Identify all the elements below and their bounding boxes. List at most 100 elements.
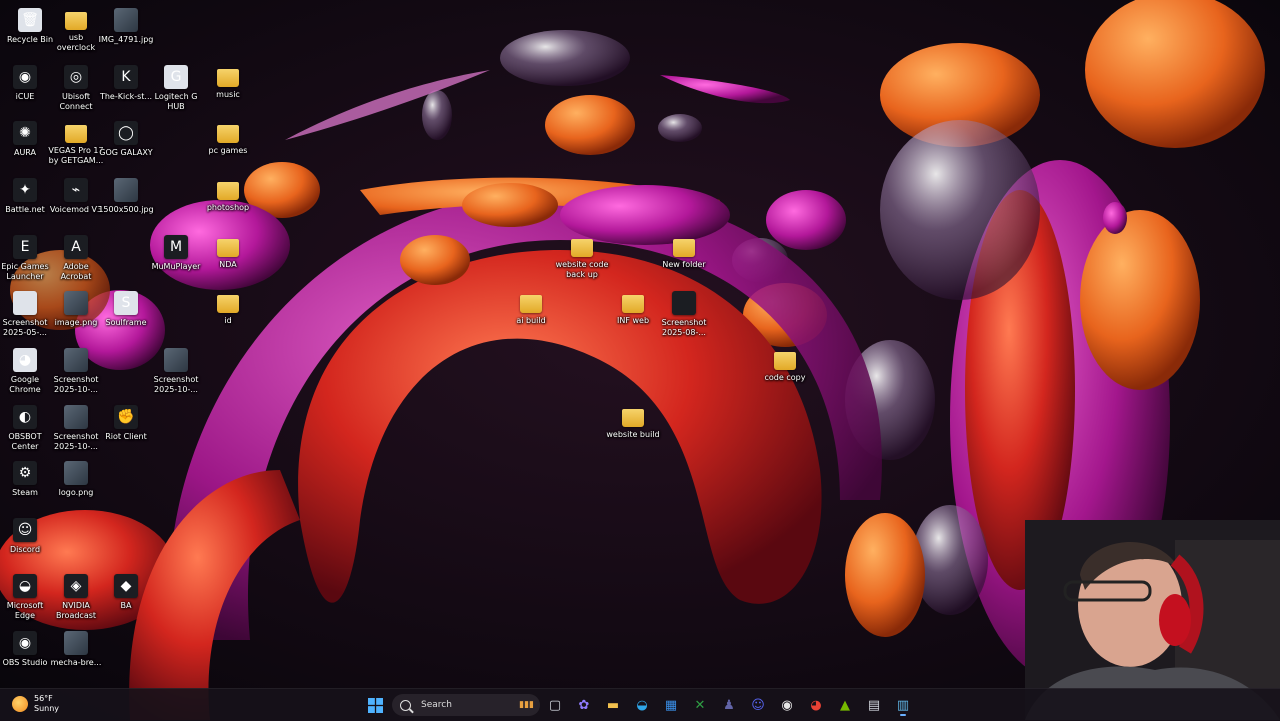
edge-taskbar-button[interactable]: ◒: [630, 693, 654, 717]
icue-icon: ◉: [13, 65, 37, 89]
weather-widget[interactable]: 56°F Sunny: [12, 694, 59, 714]
desktop-icon-logo-png[interactable]: logo.png: [46, 461, 106, 498]
voicemod-icon: ⌁: [64, 178, 88, 202]
desktop-icon-website-code-back-up[interactable]: website code back up: [552, 235, 612, 280]
file-explorer-taskbar-button[interactable]: ▬: [601, 693, 625, 717]
desktop-icon-img-1500[interactable]: 1500x500.jpg: [96, 178, 156, 215]
desktop-icon-screenshot-2025-10-b[interactable]: Screenshot 2025-10-...: [146, 348, 206, 395]
terminal-icon: ▤: [867, 697, 881, 713]
desktop-icon-discord[interactable]: ☺ Discord: [0, 518, 55, 555]
desktop-icon-label: Google Chrome: [9, 375, 41, 394]
discord-icon: ☺: [751, 697, 765, 713]
file-explorer-icon: ▬: [606, 697, 620, 713]
battle-net-icon: ✦: [13, 178, 37, 202]
new-folder-folder-icon: [673, 239, 695, 257]
search-highlight-icon: ▮▮▮: [519, 700, 534, 710]
desktop-icon-gog-galaxy[interactable]: ◯ GOG GALAXY: [96, 121, 156, 158]
copilot-taskbar-button[interactable]: ✿: [572, 693, 596, 717]
nvidia-broadcast-icon: ◈: [64, 574, 88, 598]
ba-icon: ◆: [114, 574, 138, 598]
taskbar: 56°F Sunny Search ▮▮▮ ▢ ✿ ▬ ◒ ▦ ✕ ♟ ☺ ◉ ◕ ▲ ▤ ▥: [0, 688, 1280, 721]
code-copy-folder-icon: [774, 352, 796, 370]
weather-temperature: 56°F: [34, 694, 53, 703]
img-4791-icon: [114, 8, 138, 32]
desktop-icon-label: NDA: [219, 260, 237, 269]
usb-overclock-folder-icon: [65, 12, 87, 30]
xbox-taskbar-button[interactable]: ✕: [688, 693, 712, 717]
desktop-icon-adobe-acrobat[interactable]: A Adobe Acrobat: [46, 235, 106, 282]
desktop-icon-label: music: [216, 90, 240, 99]
desktop-icon-pc-games[interactable]: pc games: [198, 121, 258, 156]
desktop-icon-mecha-break[interactable]: mecha-bre...: [46, 631, 106, 668]
screenshot-2025-08-icon: [672, 291, 696, 315]
desktop-icon-nda[interactable]: NDA: [198, 235, 258, 270]
desktop-icon-label: Voicemod V3: [49, 205, 103, 214]
desktop-icon-id-folder[interactable]: id: [198, 291, 258, 326]
chrome-icon: ◕: [810, 697, 822, 713]
logitech-g-hub-icon: G: [164, 65, 188, 89]
discord-icon: ☺: [13, 518, 37, 542]
desktop-icon-img-4791[interactable]: IMG_4791.jpg: [96, 8, 156, 45]
desktop-icon-label: Logitech G HUB: [154, 92, 198, 111]
obs-icon: ◉: [781, 697, 793, 713]
website-code-back-up-folder-icon: [571, 239, 593, 257]
desktop-icon-label: code copy: [764, 373, 806, 382]
chrome-taskbar-button[interactable]: ◕: [804, 693, 828, 717]
desktop-icon-screenshot-2025-08[interactable]: Screenshot 2025-08-...: [654, 291, 714, 338]
obs-taskbar-button[interactable]: ◉: [775, 693, 799, 717]
photoshop-folder-icon: [217, 182, 239, 200]
discord-taskbar-button[interactable]: ☺: [746, 693, 770, 717]
obs-studio-icon: ◉: [13, 631, 37, 655]
ai-build-folder-icon: [520, 295, 542, 313]
desktop-icon-riot-client[interactable]: ✊ Riot Client: [96, 405, 156, 442]
aura-icon: ✺: [13, 121, 37, 145]
windows-logo-icon: [367, 697, 383, 713]
desktop-icon-label: logo.png: [58, 488, 94, 497]
desktop-icon-photoshop[interactable]: photoshop: [198, 178, 258, 213]
riot-client-icon: ✊: [114, 405, 138, 429]
desktop-icon-label: usb overclock: [56, 33, 96, 52]
image-png-icon: [64, 291, 88, 315]
adobe-acrobat-icon: A: [64, 235, 88, 259]
desktop-icon-ai-build[interactable]: ai build: [501, 291, 561, 326]
desktop-icon-label: id: [224, 316, 232, 325]
desktop-icon-new-folder[interactable]: New folder: [654, 235, 714, 270]
desktop-icon-label: ai build: [516, 316, 546, 325]
microsoft-edge-icon: ◒: [13, 574, 37, 598]
desktop-icon-screenshot-2025-10-a[interactable]: Screenshot 2025-10-...: [46, 348, 106, 395]
steam-icon: ⚙: [13, 461, 37, 485]
desktop-icon-label: website build: [606, 430, 660, 439]
notepad-icon: ▥: [896, 697, 910, 713]
kick-streamer-icon: K: [114, 65, 138, 89]
desktop-icon-mumuplayer[interactable]: M MuMuPlayer: [146, 235, 206, 272]
desktop-icon-label: Screenshot 2025-10-...: [153, 375, 199, 394]
desktop-icon-website-build[interactable]: website build: [603, 405, 663, 440]
terminal-taskbar-button[interactable]: ▤: [862, 693, 886, 717]
desktop-icon-label: Epic Games Launcher: [1, 262, 49, 281]
gog-galaxy-icon: ◯: [114, 121, 138, 145]
active-app-indicator: [900, 714, 906, 716]
desktop-icon-label: Screenshot 2025-05-...: [2, 318, 48, 337]
desktop-icon-label: Ubisoft Connect: [59, 92, 93, 111]
desktop-icon-ba[interactable]: ◆ BA: [96, 574, 156, 611]
store-taskbar-button[interactable]: ▦: [659, 693, 683, 717]
desktop-icon-code-copy[interactable]: code copy: [755, 348, 815, 383]
desktop-icon-soulframe[interactable]: S Soulframe: [96, 291, 156, 328]
music-folder-icon: [217, 69, 239, 87]
desktop-icon-label: Soulframe: [105, 318, 147, 327]
desktop-icon-label: OBS Studio: [2, 658, 48, 667]
teams-taskbar-button[interactable]: ♟: [717, 693, 741, 717]
desktop-icon-music[interactable]: music: [198, 65, 258, 100]
desktop-icon-label: photoshop: [206, 203, 250, 212]
recycle-bin-icon: 🗑: [18, 8, 42, 32]
desktop-icon-logitech-g-hub[interactable]: G Logitech G HUB: [146, 65, 206, 112]
mecha-break-icon: [64, 631, 88, 655]
task-view-taskbar-button[interactable]: ▢: [543, 693, 567, 717]
start-button[interactable]: [363, 693, 387, 717]
desktop-icon-label: MuMuPlayer: [151, 262, 201, 271]
search-box[interactable]: Search ▮▮▮: [392, 694, 540, 716]
notepad-taskbar-button[interactable]: ▥: [891, 693, 915, 717]
nvidia-taskbar-button[interactable]: ▲: [833, 693, 857, 717]
desktop-icon-label: AURA: [13, 148, 37, 157]
screenshot-2025-10-b-icon: [164, 348, 188, 372]
